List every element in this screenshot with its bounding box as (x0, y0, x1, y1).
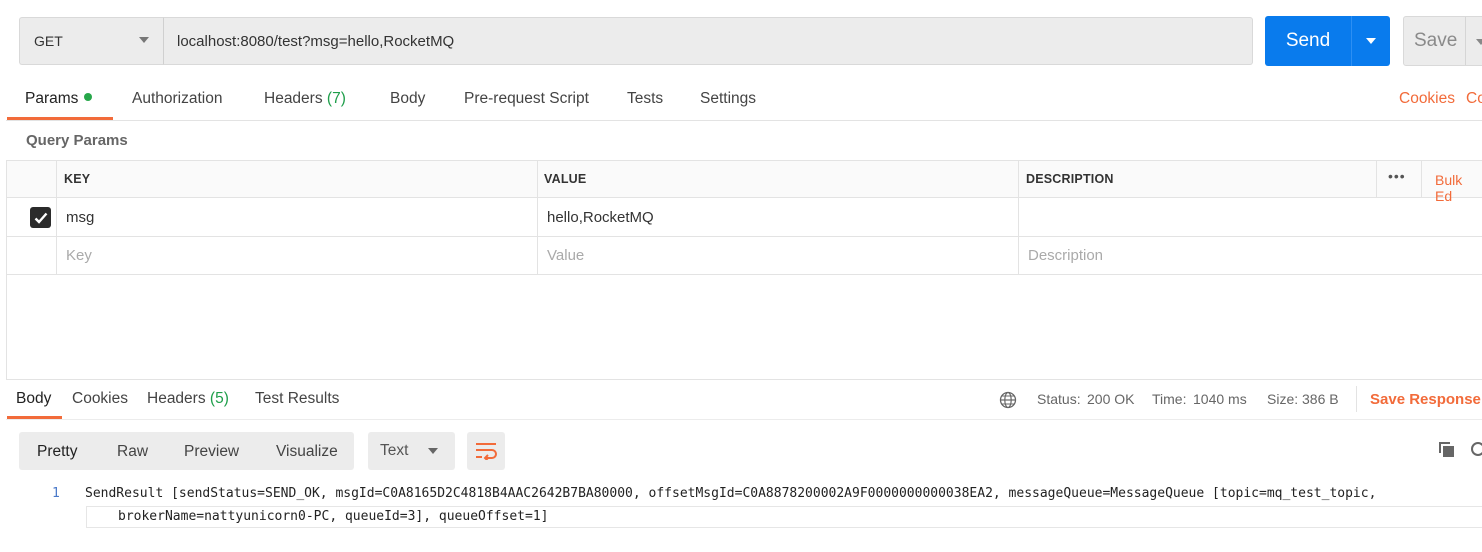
response-line-1: SendResult [sendStatus=SEND_OK, msgId=C0… (85, 486, 1377, 501)
param-checkbox[interactable] (30, 207, 51, 228)
table-col-divider (1421, 160, 1422, 198)
send-options-button[interactable] (1352, 38, 1390, 44)
response-tab-cookies[interactable]: Cookies (72, 390, 128, 408)
chevron-down-icon (428, 448, 438, 454)
mode-visualize[interactable]: Visualize (276, 443, 338, 461)
meta-divider (1356, 386, 1357, 412)
panel-border (6, 275, 7, 380)
row-divider (6, 274, 1482, 275)
bulk-edit-link[interactable]: Bulk Ed (1435, 172, 1482, 204)
table-col-divider (1376, 160, 1377, 198)
copy-icon[interactable] (1438, 441, 1456, 459)
response-line-2: brokerName=nattyunicorn0-PC, queueId=3],… (118, 509, 549, 524)
wrap-lines-button[interactable] (467, 432, 505, 470)
headers-count: (7) (326, 90, 346, 107)
tab-tests[interactable]: Tests (627, 90, 663, 108)
url-text: localhost:8080/test?msg=hello,RocketMQ (177, 32, 455, 50)
status-value: 200 OK (1087, 391, 1135, 407)
status-label: Status: (1037, 391, 1081, 407)
line-number: 1 (52, 486, 60, 501)
send-label: Send (1285, 30, 1331, 51)
param-key[interactable]: msg (66, 209, 94, 226)
query-params-title: Query Params (26, 132, 128, 149)
save-label: Save (1414, 30, 1458, 51)
response-tab-body[interactable]: Body (16, 390, 51, 408)
response-tab-cookies-label: Cookies (72, 390, 128, 407)
tab-headers-label: Headers (264, 90, 323, 107)
cookies-link[interactable]: Cookies (1399, 90, 1455, 108)
new-key-input[interactable]: Key (66, 247, 92, 264)
chevron-down-icon (1366, 38, 1376, 44)
tab-prerequest-script[interactable]: Pre-request Script (464, 90, 589, 108)
param-description[interactable] (1028, 209, 1468, 227)
tab-body[interactable]: Body (390, 90, 425, 108)
format-select[interactable]: Text (368, 432, 455, 470)
table-col-divider (56, 160, 57, 275)
chevron-down-icon[interactable] (1476, 39, 1482, 45)
size-label: Size: (1267, 391, 1299, 407)
tab-params[interactable]: Params (25, 90, 93, 108)
new-description-input[interactable]: Description (1028, 247, 1103, 264)
response-tab-headers[interactable]: Headers (5) (147, 390, 229, 408)
table-border-left (6, 160, 7, 275)
response-tab-headers-label: Headers (147, 390, 206, 407)
size-value: 386 B (1302, 391, 1339, 407)
method-label: GET (34, 33, 63, 49)
new-value-input[interactable]: Value (547, 247, 584, 264)
more-options-button[interactable]: ••• (1388, 168, 1406, 184)
mode-raw[interactable]: Raw (117, 443, 148, 461)
time-value: 1040 ms (1193, 391, 1247, 407)
column-description: DESCRIPTION (1026, 172, 1114, 186)
tab-headers[interactable]: Headers (7) (264, 90, 346, 108)
time-label: Time: (1152, 391, 1187, 407)
tab-settings-label: Settings (700, 90, 757, 107)
globe-icon[interactable] (999, 391, 1017, 409)
mode-preview[interactable]: Preview (184, 443, 239, 461)
cookies-link-label: Cookies (1399, 90, 1455, 107)
column-key: KEY (64, 172, 91, 186)
response-divider (6, 379, 1482, 380)
response-headers-count: (5) (209, 390, 229, 407)
save-response-button[interactable]: Save Response (1370, 391, 1481, 408)
column-value: VALUE (544, 172, 587, 186)
tabs-divider (6, 120, 1482, 121)
format-label: Text (380, 442, 409, 459)
mode-pretty[interactable]: Pretty (37, 443, 77, 461)
params-active-dot (84, 93, 93, 101)
params-table-header (6, 160, 1482, 198)
wrap-icon (476, 443, 497, 460)
response-tabs-divider (6, 419, 1482, 420)
response-tab-body-label: Body (16, 390, 52, 407)
param-value[interactable]: hello,RocketMQ (547, 209, 654, 226)
chevron-down-icon (139, 37, 149, 43)
search-icon[interactable] (1470, 441, 1482, 459)
save-button[interactable]: Save (1403, 16, 1482, 66)
tab-authorization[interactable]: Authorization (132, 90, 222, 108)
tab-authorization-label: Authorization (132, 90, 223, 107)
table-col-divider (1018, 160, 1019, 275)
response-tab-test-results[interactable]: Test Results (255, 390, 339, 408)
tab-tests-label: Tests (627, 90, 664, 107)
table-col-divider (537, 160, 538, 275)
send-button[interactable]: Send (1265, 16, 1390, 66)
code-link-label: Co (1466, 90, 1482, 107)
row-divider (6, 236, 1482, 237)
response-tab-test-results-label: Test Results (255, 390, 340, 407)
check-icon (34, 212, 47, 224)
save-divider (1465, 17, 1466, 65)
tab-settings[interactable]: Settings (700, 90, 756, 108)
tab-prerequest-label: Pre-request Script (464, 90, 589, 107)
tab-params-label: Params (25, 90, 79, 107)
url-input[interactable]: localhost:8080/test?msg=hello,RocketMQ (163, 17, 1253, 65)
tab-body-label: Body (390, 90, 426, 107)
method-select[interactable]: GET (19, 17, 163, 65)
code-link[interactable]: Co (1466, 90, 1482, 108)
